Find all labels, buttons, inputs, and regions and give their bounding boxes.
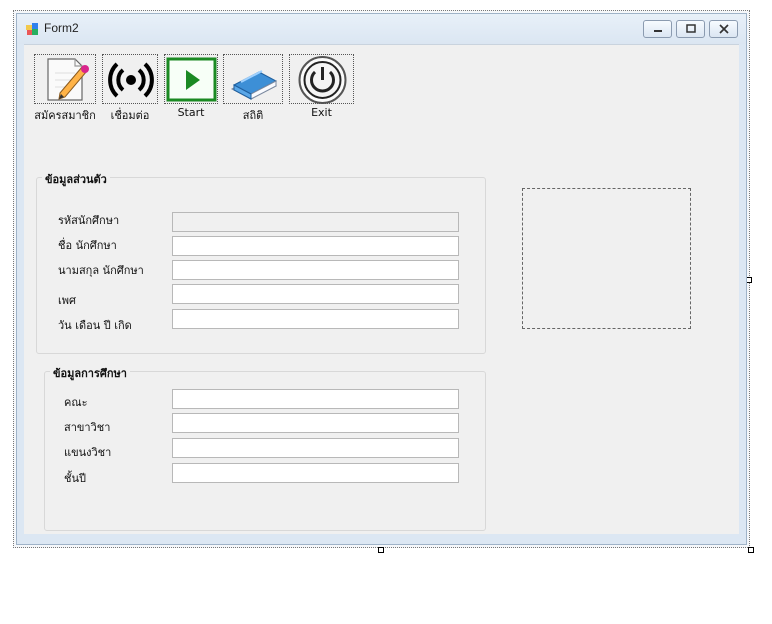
statistics-label: สถิติ: [242, 109, 264, 122]
year-level-input[interactable]: [172, 463, 459, 483]
connect-button[interactable]: [102, 54, 158, 104]
student-id-input[interactable]: [172, 212, 459, 232]
close-icon: [719, 24, 729, 34]
window-bottom-border: [24, 534, 739, 539]
resize-handle-bottom[interactable]: [378, 547, 384, 553]
window-title: Form2: [44, 21, 79, 35]
connect-label: เชื่อมต่อ: [110, 109, 150, 122]
faculty-label: คณะ: [64, 396, 88, 409]
maximize-button[interactable]: [676, 20, 705, 38]
connect-signal-icon: [108, 62, 154, 98]
concentration-input[interactable]: [172, 438, 459, 458]
register-label: สมัครสมาชิก: [34, 109, 96, 122]
personal-info-title: ข้อมูลส่วนตัว: [42, 170, 110, 188]
major-label: สาขาวิชา: [64, 421, 111, 434]
faculty-input[interactable]: [172, 389, 459, 409]
student-first-name-input[interactable]: [172, 236, 459, 256]
power-icon: [298, 56, 347, 104]
year-level-label: ชั้นปี: [64, 472, 86, 485]
student-id-label: รหัสนักศึกษา: [58, 214, 120, 227]
student-first-name-label: ชื่อ นักศึกษา: [58, 239, 117, 252]
gender-input[interactable]: [172, 284, 459, 304]
start-label: Start: [177, 106, 205, 119]
form-window: Form2 สมัครสมาชิก เชื่อมต่อ Start สถิติ …: [16, 13, 747, 545]
exit-label: Exit: [311, 106, 332, 119]
concentration-label: แขนงวิชา: [64, 446, 112, 459]
form-client-area: สมัครสมาชิก เชื่อมต่อ Start สถิติ Exit ข…: [24, 44, 739, 539]
close-button[interactable]: [709, 20, 738, 38]
major-input[interactable]: [172, 413, 459, 433]
form-designer: Form2 สมัครสมาชิก เชื่อมต่อ Start สถิติ …: [0, 0, 772, 624]
birth-date-label: วัน เดือน ปี เกิด: [58, 319, 132, 332]
minimize-icon: [654, 30, 662, 32]
register-edit-icon: [47, 58, 89, 101]
birth-date-input[interactable]: [172, 309, 459, 329]
window-titlebar[interactable]: Form2: [17, 14, 746, 44]
play-icon: [166, 57, 217, 102]
education-info-title: ข้อมูลการศึกษา: [50, 364, 130, 382]
exit-button[interactable]: [289, 54, 354, 104]
statistics-button[interactable]: [223, 54, 283, 104]
maximize-icon: [686, 24, 696, 33]
student-last-name-label: นามสกุล นักศึกษา: [58, 264, 144, 277]
register-button[interactable]: [34, 54, 96, 104]
resize-handle-bottom-right[interactable]: [748, 547, 754, 553]
student-photo-picturebox[interactable]: [522, 188, 691, 329]
minimize-button[interactable]: [643, 20, 672, 38]
start-button[interactable]: [164, 54, 218, 104]
student-last-name-input[interactable]: [172, 260, 459, 280]
gender-label: เพศ: [58, 294, 76, 307]
form-icon: [26, 23, 38, 35]
book-icon: [230, 70, 278, 100]
